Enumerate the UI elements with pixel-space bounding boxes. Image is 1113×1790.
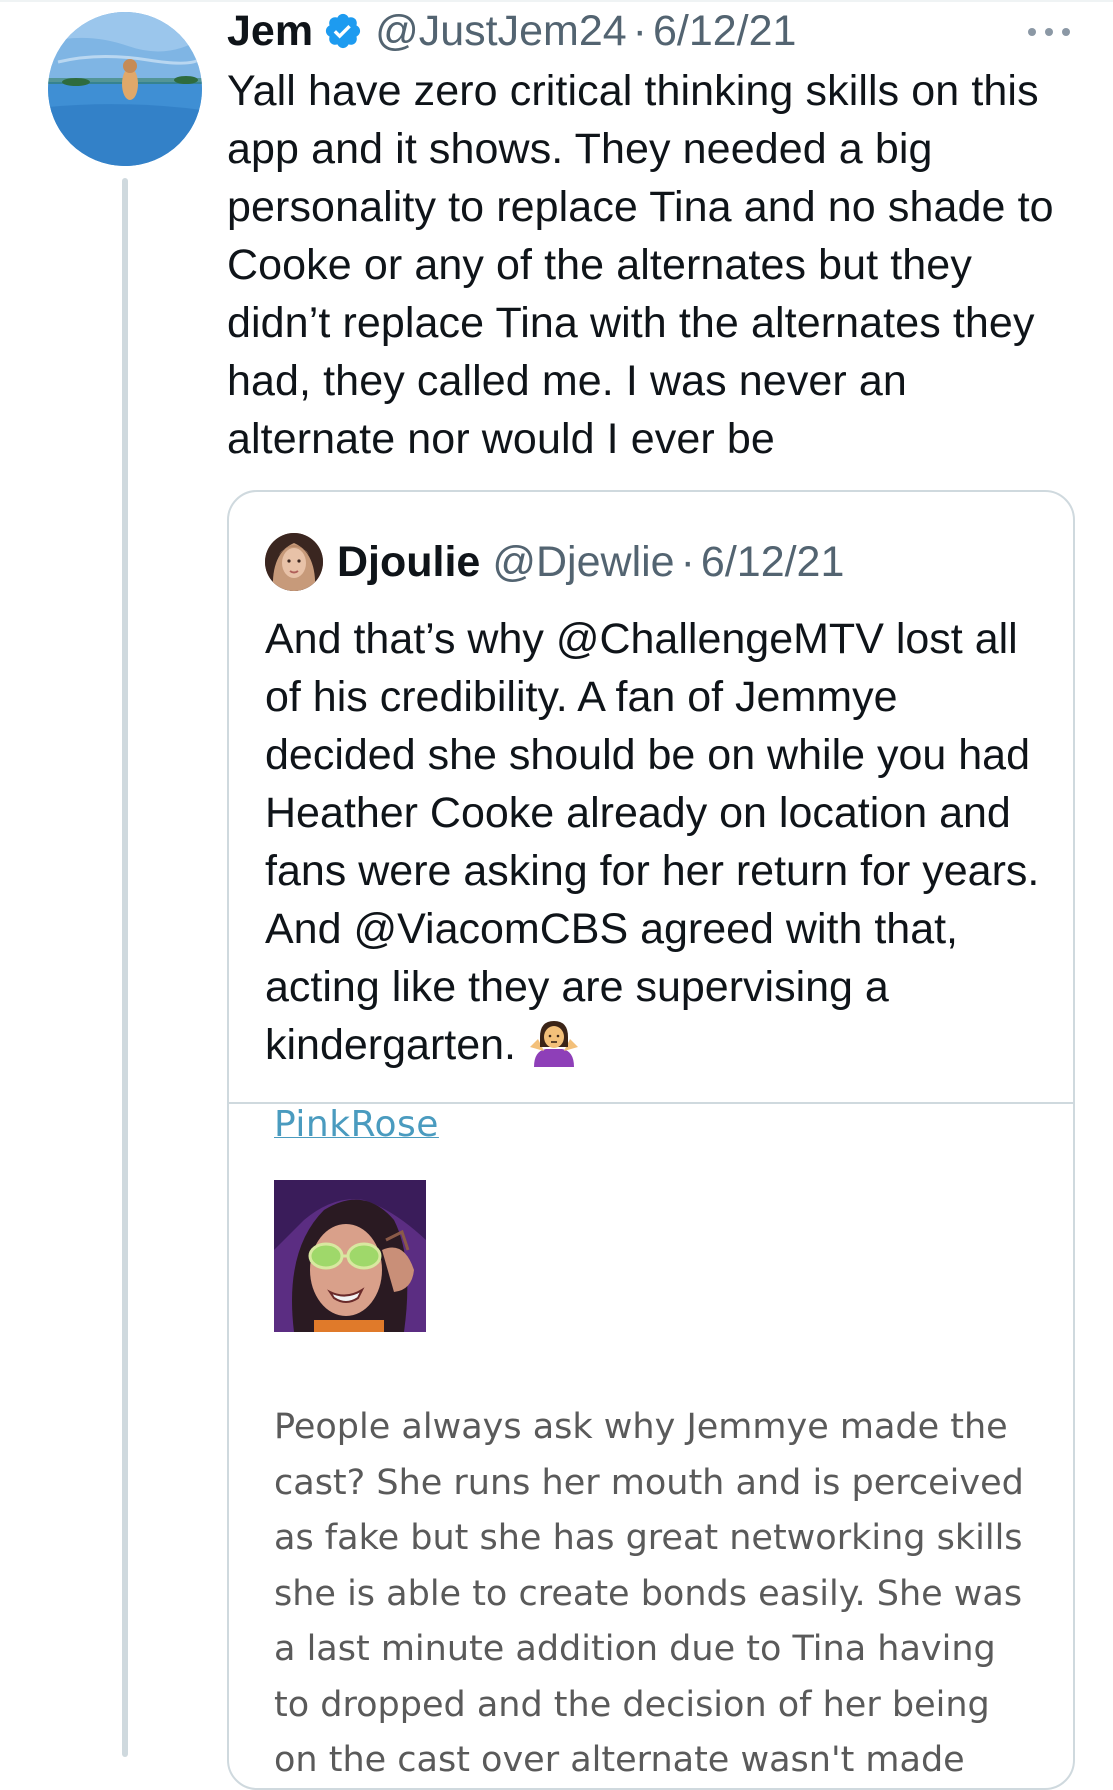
author-name[interactable]: Jem — [227, 7, 313, 56]
quoted-tweet-header: Djoulie @Djewlie · 6/12/21 — [265, 532, 844, 592]
tweet-header: Jem @JustJem24 · 6/12/21 — [227, 6, 796, 56]
attached-image-username: PinkRose — [274, 1104, 439, 1145]
author-handle[interactable]: @JustJem24 — [375, 7, 627, 56]
quoted-author-name: Djoulie — [337, 537, 481, 586]
separator-dot: · — [680, 537, 695, 586]
separator-dot: · — [632, 6, 647, 55]
verified-badge-icon — [323, 11, 363, 51]
more-options-icon[interactable] — [1028, 26, 1070, 38]
quoted-tweet-body: And that’s why @ChallengeMTV lost all of… — [265, 615, 1040, 1069]
quoted-tweet-text: And that’s why @ChallengeMTV lost all of… — [265, 610, 1055, 1074]
author-avatar[interactable] — [48, 12, 202, 166]
attached-image-profile-picture — [274, 1180, 426, 1332]
tweet-date[interactable]: 6/12/21 — [653, 7, 796, 56]
thread-connector-line — [122, 178, 128, 1757]
quoted-author-handle: @Djewlie — [492, 537, 675, 586]
person-shrugging-emoji-icon — [528, 1017, 580, 1069]
quoted-tweet-card[interactable]: Djoulie @Djewlie · 6/12/21 And that’s wh… — [227, 490, 1075, 1790]
attached-image-text: People always ask why Jemmye made the ca… — [274, 1407, 1024, 1780]
quoted-author-avatar — [265, 533, 323, 591]
tweet-text: Yall have zero critical thinking skills … — [227, 67, 1054, 463]
quoted-tweet-date: 6/12/21 — [700, 537, 845, 586]
top-divider — [0, 0, 1113, 2]
